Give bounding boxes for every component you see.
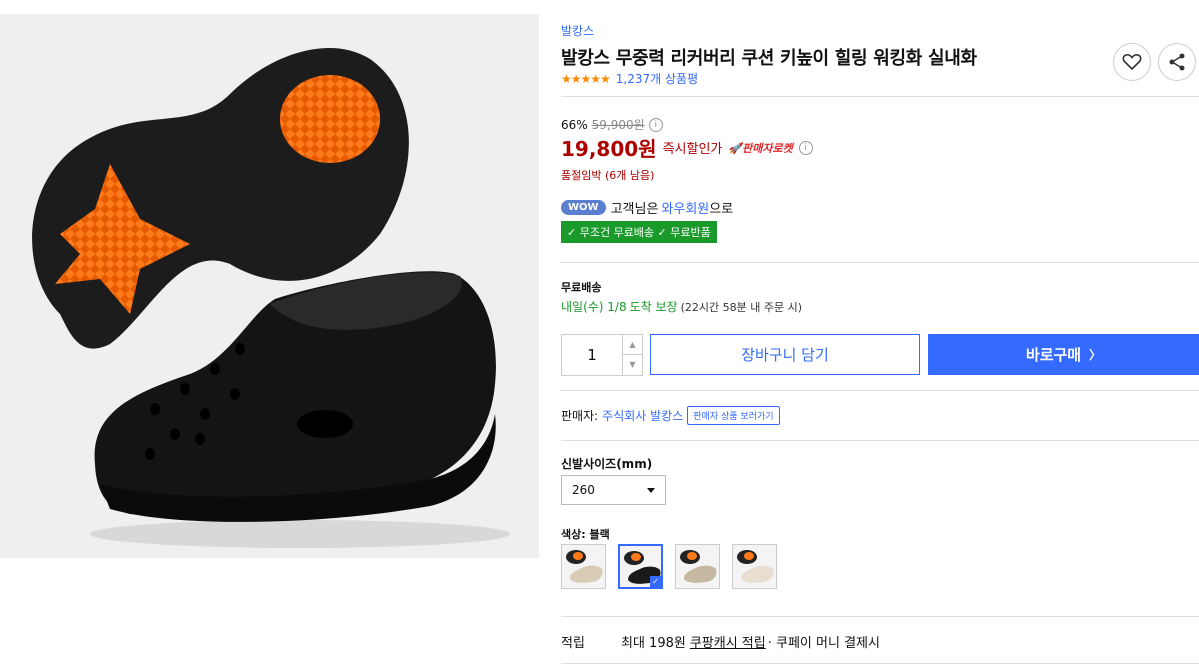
divider xyxy=(561,663,1199,664)
delivery-row: 내일(수) 1/8 도착 보장 (22시간 58분 내 주문 시) xyxy=(561,298,802,315)
seller-row: 판매자: 주식회사 발캉스 판매자 상품 보러가기 xyxy=(561,406,780,425)
color-swatch-cream[interactable] xyxy=(675,544,720,589)
membership-row: WOW 고객님은 와우회원으로 xyxy=(561,198,733,217)
divider xyxy=(561,96,1199,97)
quantity-increase-button[interactable]: ▲ xyxy=(622,335,642,355)
divider xyxy=(561,390,1199,391)
color-option-label: 색상: 블랙 xyxy=(561,528,610,541)
rocket-badge: 🚀판매자로켓 xyxy=(728,141,793,155)
size-option-label: 신발사이즈(mm) xyxy=(561,457,653,471)
size-select[interactable]: 260 xyxy=(561,475,666,505)
caret-down-icon xyxy=(647,487,655,493)
size-selected-value: 260 xyxy=(572,483,595,497)
color-swatch-ivory[interactable] xyxy=(732,544,777,589)
divider xyxy=(561,262,1199,263)
sole-heel-pad xyxy=(280,75,380,163)
benefits-text: ✓ 무조건 무료배송 ✓ 무료반품 xyxy=(567,226,711,239)
membership-suffix: 으로 xyxy=(709,202,734,217)
stock-notice: 품절임박 (6개 남음) xyxy=(561,169,655,182)
share-button[interactable] xyxy=(1158,43,1196,81)
heart-icon xyxy=(1122,53,1142,71)
share-icon xyxy=(1169,53,1185,71)
price-row: 19,800원 즉시할인가 🚀판매자로켓 i xyxy=(561,133,813,162)
coupang-cash-link[interactable]: 쿠팡캐시 적립 xyxy=(690,632,766,651)
rating-stars: ★★★★★ xyxy=(561,71,611,86)
wow-member-link[interactable]: 와우회원 xyxy=(661,202,709,217)
shipping-label: 무료배송 xyxy=(561,281,602,294)
buy-now-button[interactable]: 바로구매 〉 xyxy=(928,334,1199,375)
chevron-right-icon: 〉 xyxy=(1089,348,1102,362)
delivery-cutoff: (22시간 58분 내 주문 시) xyxy=(680,300,803,314)
divider xyxy=(561,440,1199,441)
quantity-decrease-button[interactable]: ▼ xyxy=(622,355,642,375)
sale-price: 19,800원 xyxy=(561,137,657,161)
rewards-label: 적립 xyxy=(561,636,585,651)
add-to-cart-button[interactable]: 장바구니 담기 xyxy=(650,334,920,375)
info-icon[interactable]: i xyxy=(648,117,663,132)
seller-products-link[interactable]: 판매자 상품 보러가기 xyxy=(687,406,780,425)
shoe-illustration xyxy=(32,47,510,548)
instant-discount-label: 즉시할인가 xyxy=(662,142,723,157)
product-title: 발캉스 무중력 리커버리 쿠션 키높이 힐링 워킹화 실내화 xyxy=(561,48,977,69)
rating-row[interactable]: ★★★★★ 1,237개 상품평 xyxy=(561,70,698,87)
rewards-max: 최대 198원 xyxy=(621,636,686,651)
cart-button-label: 장바구니 담기 xyxy=(741,346,829,364)
color-swatch-beige[interactable] xyxy=(561,544,606,589)
brand-link[interactable]: 발캉스 xyxy=(561,22,594,39)
seller-label: 판매자: xyxy=(561,409,599,423)
membership-prefix: 고객님은 xyxy=(610,202,659,217)
discount-row: 66% 59,900원 i xyxy=(561,116,663,133)
delivery-date: 내일(수) 1/8 xyxy=(561,300,627,314)
swatch-thumbnail xyxy=(737,550,774,583)
info-icon[interactable]: i xyxy=(798,140,813,155)
swatch-thumbnail xyxy=(566,550,603,583)
free-shipping-returns-badge: ✓ 무조건 무료배송 ✓ 무료반품 xyxy=(561,221,717,243)
divider xyxy=(561,616,1199,617)
buy-button-label: 바로구매 xyxy=(1025,346,1082,364)
wishlist-button[interactable] xyxy=(1113,43,1151,81)
wow-badge: WOW xyxy=(561,200,606,215)
product-main-image[interactable] xyxy=(0,14,539,558)
review-count-link[interactable]: 1,237개 상품평 xyxy=(616,70,698,87)
delivery-guarantee: 도착 보장 xyxy=(629,300,678,314)
original-price: 59,900원 xyxy=(591,118,645,132)
quantity-stepper[interactable]: 1 ▲ ▼ xyxy=(561,334,643,376)
rewards-suffix: · 쿠페이 머니 결제시 xyxy=(767,636,880,651)
discount-percent: 66% xyxy=(561,117,588,132)
check-icon: ✓ xyxy=(650,576,661,587)
quantity-value[interactable]: 1 xyxy=(562,335,622,375)
swatch-thumbnail xyxy=(680,550,717,583)
rewards-row: 적립 최대 198원 쿠팡캐시 적립 · 쿠페이 머니 결제시 xyxy=(561,632,880,651)
seller-name-link[interactable]: 주식회사 발캉스 xyxy=(602,407,683,424)
color-swatch-black[interactable]: ✓ xyxy=(618,544,663,589)
